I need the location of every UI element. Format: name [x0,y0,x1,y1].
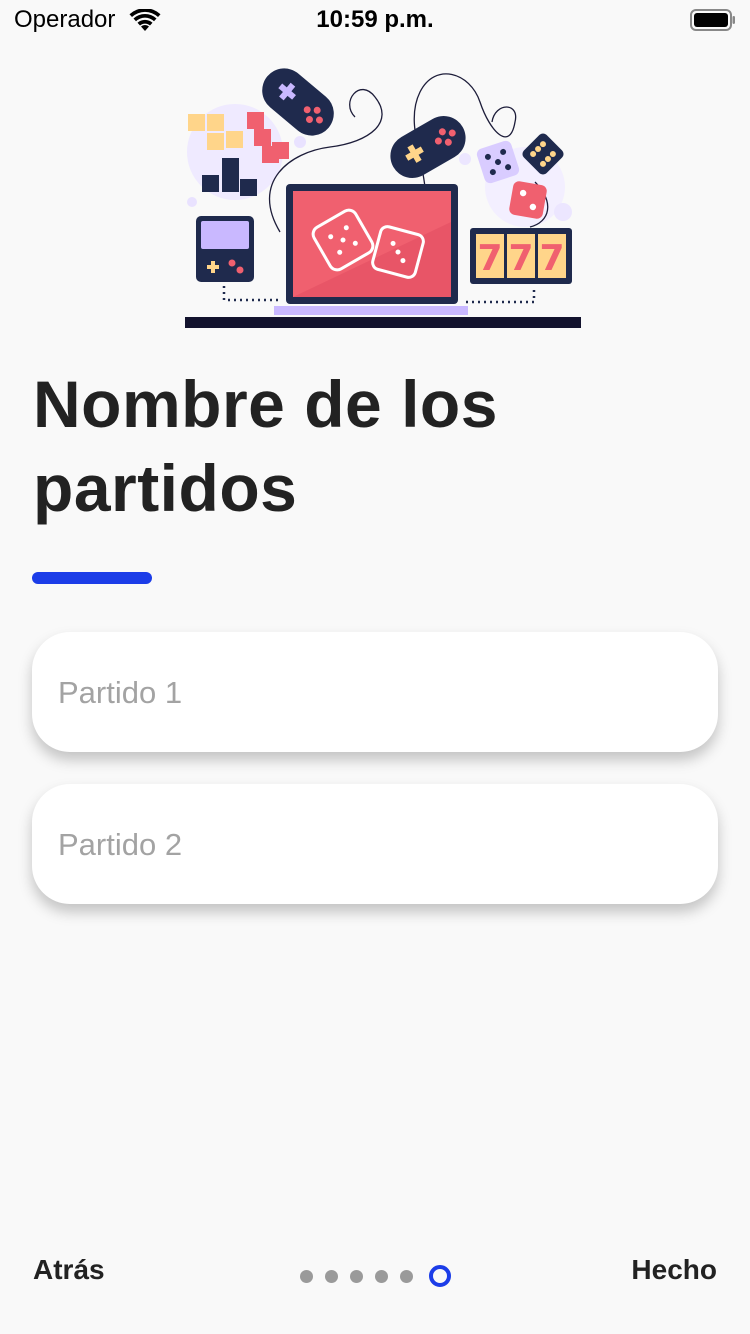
page-dot[interactable] [300,1269,313,1283]
status-bar: Operador 10:59 p.m. [0,0,750,40]
page-dot[interactable] [325,1269,338,1283]
gaming-illustration: 7 7 7 [185,68,581,328]
page-dot[interactable] [400,1269,413,1283]
page-dot[interactable] [375,1269,388,1283]
team-2-input[interactable] [56,784,690,906]
slot-digit: 7 [508,238,533,279]
back-button[interactable]: Atrás [33,1254,105,1286]
title-accent-bar [32,572,152,584]
team-1-input[interactable] [56,632,690,754]
team-1-field-card [32,632,718,754]
clock-time: 10:59 p.m. [316,6,434,33]
slot-digit: 7 [477,238,502,279]
page-indicator [300,1264,451,1288]
done-button[interactable]: Hecho [631,1254,717,1286]
battery-icon [690,9,735,31]
slot-digit: 7 [539,238,564,279]
page-dot[interactable] [350,1269,363,1283]
page-title: Nombre de los partidos [33,367,498,525]
page-dot-active[interactable] [429,1265,451,1287]
team-2-field-card [32,784,718,906]
